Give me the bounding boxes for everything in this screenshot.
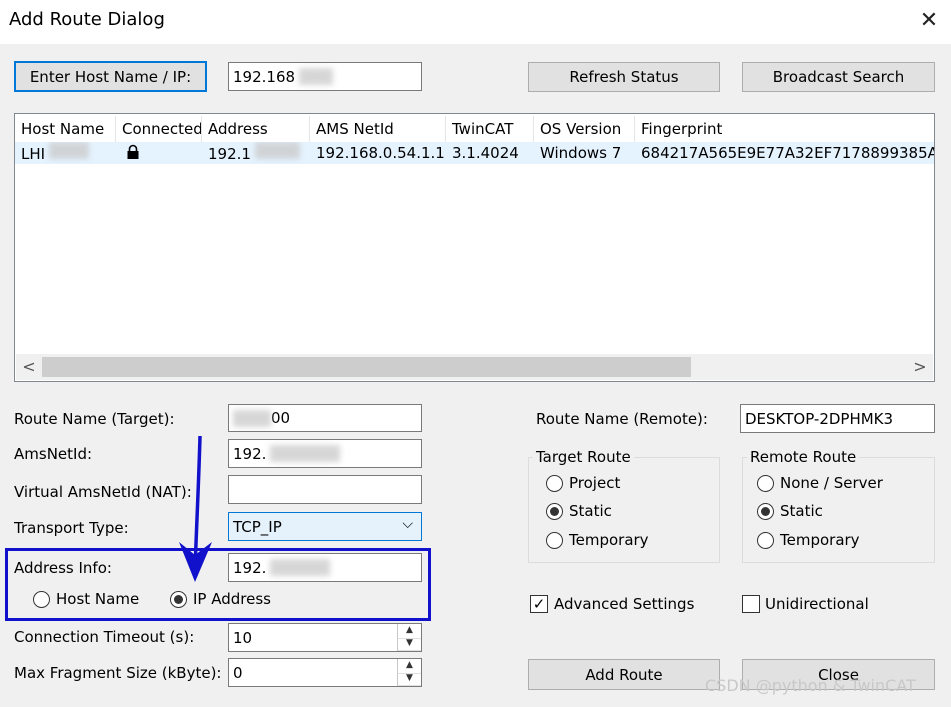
- ip-address-radio[interactable]: [170, 591, 187, 608]
- watermark: CSDN @python & TwinCAT: [705, 676, 916, 695]
- address-value: 192.1: [208, 145, 251, 163]
- advanced-settings-label[interactable]: Advanced Settings: [554, 595, 694, 613]
- add-route-button[interactable]: Add Route: [528, 659, 720, 690]
- enter-host-button[interactable]: Enter Host Name / IP:: [14, 61, 207, 92]
- advanced-settings-checkbox[interactable]: ✓: [530, 595, 548, 613]
- table-cell-fingerprint: 684217A565E9E77A32EF7178899385A8: [641, 144, 935, 162]
- close-icon[interactable]: ✕: [916, 8, 942, 34]
- route-name-target-input[interactable]: 00: [228, 404, 422, 432]
- fragment-spin[interactable]: ▲ ▼: [397, 659, 421, 686]
- target-temporary-label[interactable]: Temporary: [569, 531, 649, 549]
- column-header-os-version[interactable]: OS Version: [534, 116, 635, 142]
- connection-timeout-stepper[interactable]: 10 ▲ ▼: [228, 623, 422, 652]
- host-ip-value: 192.168: [233, 67, 296, 86]
- target-static-radio[interactable]: [546, 503, 563, 520]
- transport-type-value: TCP_IP: [233, 517, 282, 536]
- redacted-blur: [254, 142, 300, 159]
- table-cell-connected: [116, 142, 202, 164]
- column-header-address[interactable]: Address: [202, 116, 310, 142]
- max-fragment-value: 0: [233, 663, 243, 682]
- remote-route-title: Remote Route: [747, 448, 860, 466]
- host-list[interactable]: Host Name Connected Address AMS NetId Tw…: [14, 113, 935, 382]
- table-cell-os-version: Windows 7: [540, 144, 622, 162]
- redacted-blur: [49, 142, 90, 159]
- column-header-fingerprint[interactable]: Fingerprint: [635, 116, 934, 142]
- chevron-down-icon: ⌵: [402, 516, 413, 532]
- host-name-radio[interactable]: [33, 591, 50, 608]
- route-name-remote-label: Route Name (Remote):: [536, 410, 708, 428]
- unidirectional-checkbox[interactable]: [742, 595, 760, 613]
- address-info-input[interactable]: 192.: [228, 553, 422, 582]
- target-project-radio[interactable]: [546, 475, 563, 492]
- table-cell-twincat: 3.1.4024: [452, 144, 519, 162]
- transport-type-label: Transport Type:: [14, 519, 129, 537]
- address-info-label: Address Info:: [14, 559, 112, 577]
- connection-timeout-value: 10: [233, 628, 253, 647]
- table-cell-host: LHI: [15, 142, 116, 164]
- column-header-connected[interactable]: Connected: [116, 116, 202, 142]
- amsnetid-label: AmsNetId:: [14, 445, 93, 463]
- ip-address-radio-label[interactable]: IP Address: [193, 590, 271, 608]
- host-name-radio-label[interactable]: Host Name: [56, 590, 139, 608]
- timeout-spin[interactable]: ▲ ▼: [397, 624, 421, 651]
- spin-down-icon[interactable]: ▼: [398, 672, 421, 686]
- scroll-left-icon[interactable]: <: [18, 356, 40, 378]
- connection-timeout-label: Connection Timeout (s):: [14, 628, 195, 646]
- amsnetid-input[interactable]: 192.: [228, 439, 422, 468]
- max-fragment-stepper[interactable]: 0 ▲ ▼: [228, 658, 422, 687]
- route-name-remote-input[interactable]: DESKTOP-2DPHMK3: [740, 404, 935, 433]
- remote-none-server-radio[interactable]: [757, 475, 774, 492]
- target-project-label[interactable]: Project: [569, 474, 620, 492]
- refresh-status-button[interactable]: Refresh Status: [528, 62, 720, 92]
- column-header-host-name[interactable]: Host Name: [15, 116, 116, 142]
- transport-type-select[interactable]: TCP_IP ⌵: [228, 512, 422, 541]
- amsnetid-value: 192.: [233, 444, 267, 463]
- virtual-amsnetid-label: Virtual AmsNetId (NAT):: [14, 483, 192, 501]
- remote-none-server-label[interactable]: None / Server: [780, 474, 883, 492]
- horizontal-scrollbar[interactable]: < >: [16, 354, 933, 380]
- address-info-value: 192.: [233, 558, 267, 577]
- scrollbar-thumb[interactable]: [42, 357, 691, 377]
- scroll-right-icon[interactable]: >: [909, 356, 931, 378]
- column-header-twincat[interactable]: TwinCAT: [446, 116, 534, 142]
- redacted-blur: [270, 445, 341, 462]
- unidirectional-label[interactable]: Unidirectional: [765, 595, 869, 613]
- remote-temporary-radio[interactable]: [757, 532, 774, 549]
- remote-static-label[interactable]: Static: [780, 502, 823, 520]
- remote-temporary-label[interactable]: Temporary: [780, 531, 860, 549]
- redacted-blur: [270, 559, 331, 576]
- window-title: Add Route Dialog: [9, 9, 165, 30]
- table-cell-address: 192.1: [202, 142, 310, 164]
- broadcast-search-button[interactable]: Broadcast Search: [742, 62, 935, 92]
- redacted-blur: [233, 409, 271, 427]
- remote-static-radio[interactable]: [757, 503, 774, 520]
- table-cell-ams-netid: 192.168.0.54.1.1: [316, 144, 445, 162]
- target-static-label[interactable]: Static: [569, 502, 612, 520]
- redacted-blur: [299, 68, 334, 85]
- target-temporary-radio[interactable]: [546, 532, 563, 549]
- route-name-target-label: Route Name (Target):: [14, 410, 175, 428]
- target-route-title: Target Route: [533, 448, 634, 466]
- host-ip-input[interactable]: 192.168: [228, 62, 422, 91]
- virtual-amsnetid-input[interactable]: [228, 475, 422, 504]
- host-value: LHI: [21, 145, 46, 163]
- max-fragment-label: Max Fragment Size (kByte):: [14, 664, 222, 682]
- column-header-ams-netid[interactable]: AMS NetId: [310, 116, 446, 142]
- route-name-target-value: 00: [271, 409, 291, 427]
- lock-icon: [127, 144, 139, 159]
- spin-down-icon[interactable]: ▼: [398, 637, 421, 651]
